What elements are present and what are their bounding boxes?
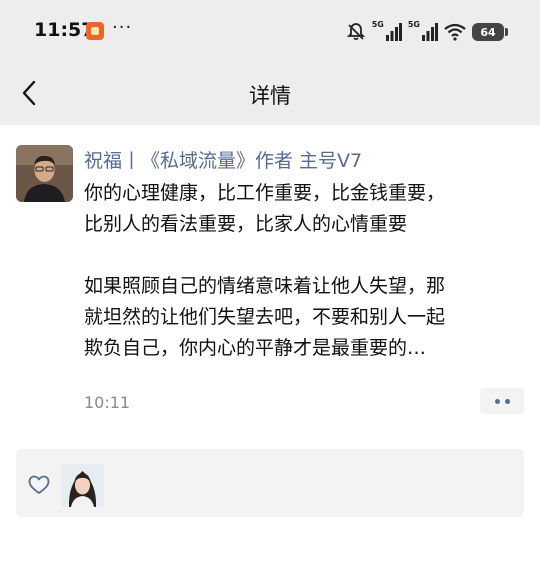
likes-panel: [16, 449, 524, 517]
signal-icon-2: [422, 23, 438, 41]
post-time: 10:11: [84, 393, 131, 412]
post-line: 你的心理健康，比工作重要，比金钱重要，: [84, 182, 446, 204]
app-badge-icon: [86, 22, 104, 40]
post-content: 你的心理健康，比工作重要，比金钱重要， 比别人的看法重要，比家人的心情重要 如果…: [84, 178, 524, 364]
post-line: 就坦然的让他们失望去吧，不要和别人一起: [84, 306, 446, 328]
liker-avatar[interactable]: [61, 464, 104, 507]
heart-icon: [28, 475, 50, 494]
more-actions-button[interactable]: [480, 388, 524, 414]
more-dots-icon: [504, 398, 510, 404]
post-author[interactable]: 祝福丨《私域流量》作者 主号V7: [84, 146, 362, 173]
post-line: 欺负自己，你内心的平静才是最重要的…: [84, 337, 427, 359]
liker-avatar-image: [61, 464, 104, 507]
status-bar: 11:57 ··· 5G 5G 64: [0, 0, 540, 62]
mute-icon: [346, 23, 365, 41]
network-label-1: 5G: [371, 20, 384, 29]
network-label-2: 5G: [407, 20, 420, 29]
page-title: 详情: [249, 84, 291, 108]
post-line: 如果照顾自己的情绪意味着让他人失望，那: [84, 275, 446, 297]
signal-icon: [385, 23, 402, 41]
battery-indicator: 64: [472, 23, 508, 41]
author-avatar-image: [16, 145, 73, 202]
wifi-icon: [444, 23, 466, 41]
post-line: 比别人的看法重要，比家人的心情重要: [84, 213, 408, 235]
more-dots-icon: [494, 398, 500, 404]
status-icons: 5G 5G 64: [346, 20, 508, 44]
author-avatar[interactable]: [16, 145, 73, 202]
status-more: ···: [112, 17, 133, 38]
